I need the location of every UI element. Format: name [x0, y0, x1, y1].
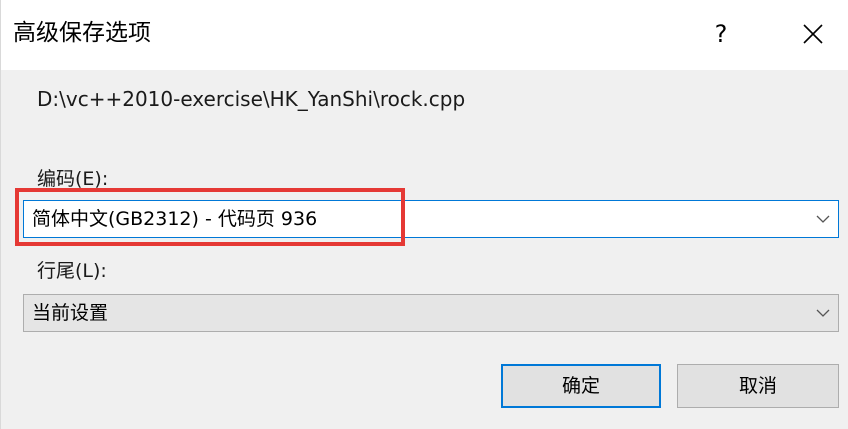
chevron-down-icon: [816, 215, 830, 223]
encoding-selected-value: 简体中文(GB2312) - 代码页 936: [32, 208, 318, 230]
close-icon: [803, 24, 823, 44]
advanced-save-options-dialog: 高级保存选项 ? D:\vc++2010-exercise\HK_YanShi\…: [0, 0, 848, 429]
line-endings-label: 行尾(L):: [37, 260, 107, 282]
ok-button[interactable]: 确定: [501, 364, 661, 408]
line-endings-dropdown[interactable]: 当前设置: [23, 294, 839, 332]
help-button[interactable]: ?: [691, 10, 751, 58]
line-endings-selected-value: 当前设置: [32, 302, 109, 324]
dialog-title: 高级保存选项: [13, 20, 151, 46]
close-button[interactable]: [781, 10, 845, 58]
title-bar: 高级保存选项 ?: [1, 0, 848, 70]
encoding-dropdown[interactable]: 简体中文(GB2312) - 代码页 936: [23, 200, 839, 238]
cancel-button[interactable]: 取消: [677, 364, 839, 408]
chevron-down-icon: [816, 309, 830, 317]
file-path: D:\vc++2010-exercise\HK_YanShi\rock.cpp: [37, 87, 466, 111]
encoding-label: 编码(E):: [37, 168, 109, 190]
